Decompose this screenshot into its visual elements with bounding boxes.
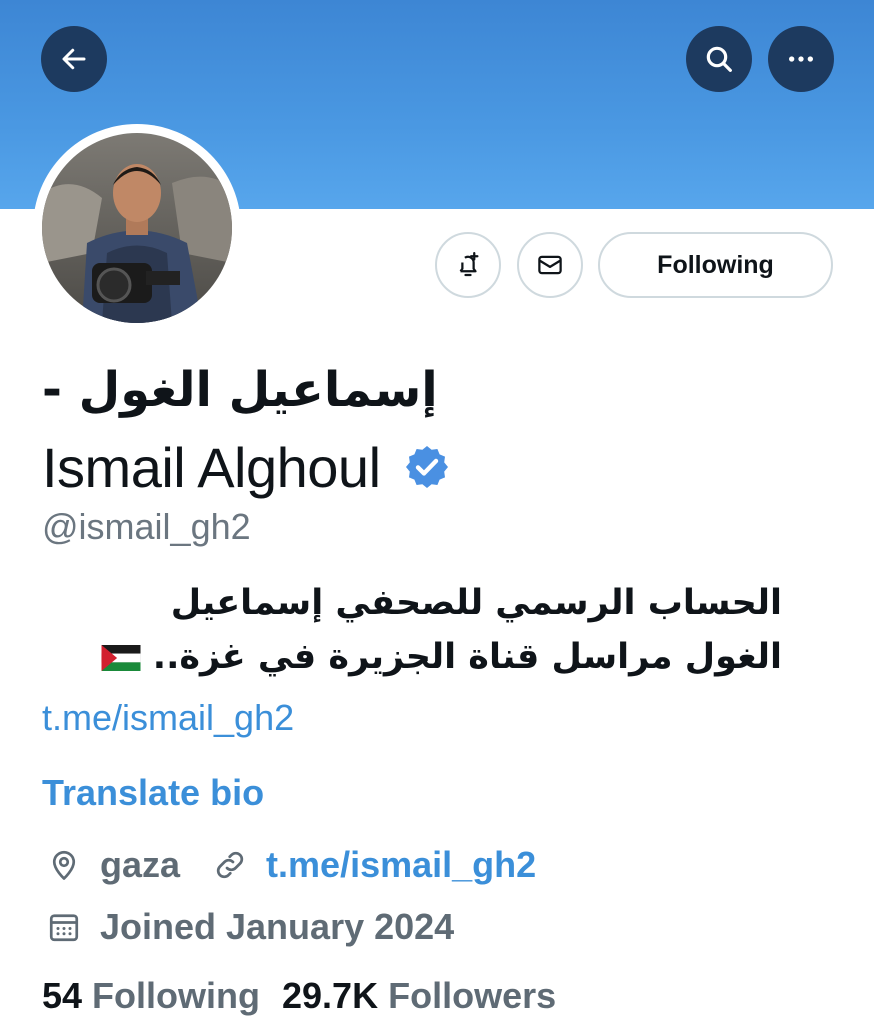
followers-stat-label: Followers: [388, 975, 557, 1016]
bio-link[interactable]: t.me/ismail_gh2: [42, 697, 294, 739]
handle: @ismail_gh2: [42, 506, 251, 547]
location-text: gaza: [100, 844, 181, 885]
bio: الحساب الرسمي للصحفي إسماعيل الغول مراسل…: [42, 576, 782, 684]
back-arrow-icon: [62, 48, 86, 70]
joined-date: Joined January 2024: [100, 906, 455, 947]
search-button[interactable]: [686, 26, 752, 92]
avatar[interactable]: [42, 133, 232, 323]
following-stat-label: Following: [92, 975, 261, 1016]
notify-button[interactable]: [435, 232, 501, 298]
envelope-icon: [538, 255, 562, 275]
arabic-name: إسماعيل الغول -: [42, 362, 438, 418]
following-button[interactable]: Following: [598, 232, 833, 298]
more-icon: [789, 56, 813, 62]
link-icon: [208, 843, 252, 887]
more-options-button[interactable]: [768, 26, 834, 92]
followers-count: 29.7K: [282, 975, 379, 1016]
follow-stats: 54 Following 29.7K Followers: [42, 975, 556, 1017]
following-count: 54: [42, 975, 83, 1016]
calendar-icon: [42, 905, 86, 949]
message-button[interactable]: [517, 232, 583, 298]
display-name-row: Ismail Alghoul: [42, 432, 451, 502]
following-stat[interactable]: 54 Following: [42, 975, 260, 1017]
following-button-label: Following: [657, 250, 774, 279]
translate-bio-link[interactable]: Translate bio: [42, 772, 264, 814]
palestine-flag-icon: [100, 645, 141, 671]
location-pin-icon: [42, 843, 86, 887]
bio-line-2-text: الغول مراسل قناة الجزيرة في غزة..: [152, 637, 782, 677]
bio-line-2: الغول مراسل قناة الجزيرة في غزة..: [42, 630, 782, 684]
joined-row: Joined January 2024: [42, 902, 454, 952]
bell-plus-icon: [459, 252, 479, 277]
back-button[interactable]: [41, 26, 107, 92]
profile-meta-row: gaza t.me/ismail_gh2: [42, 840, 536, 890]
followers-stat[interactable]: 29.7K Followers: [282, 975, 556, 1017]
avatar-frame[interactable]: [33, 124, 241, 332]
verified-badge-icon: [405, 446, 448, 488]
display-name: Ismail Alghoul: [42, 435, 381, 499]
website-link[interactable]: t.me/ismail_gh2: [266, 844, 536, 886]
search-icon: [706, 46, 732, 72]
bio-line-1: الحساب الرسمي للصحفي إسماعيل: [170, 583, 782, 623]
